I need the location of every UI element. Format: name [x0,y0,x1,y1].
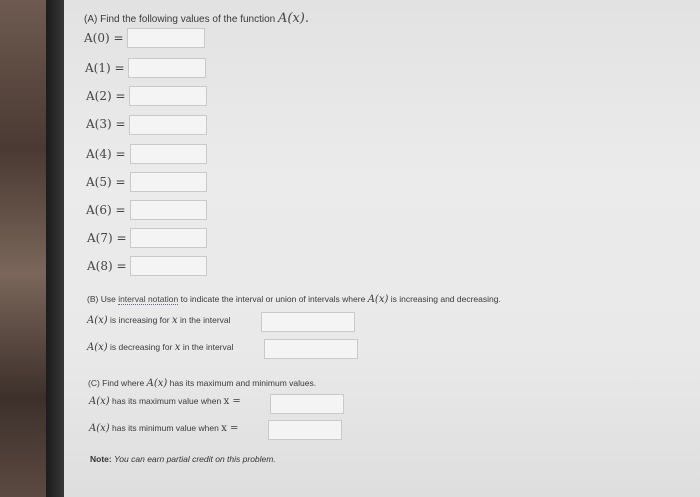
answer-a8-input[interactable] [130,256,207,276]
decreasing-text: is decreasing for [110,342,173,352]
row-a7-label: A(7) = [87,231,127,245]
part-a-function-label: A(x). [278,11,309,26]
answer-a3-input[interactable] [129,115,207,135]
part-c-suffix: has its maximum and minimum values. [169,378,317,388]
answer-a4-input[interactable] [130,144,207,164]
answer-a5-input[interactable] [130,172,207,192]
partial-credit-note: Note: You can earn partial credit on thi… [90,454,276,464]
part-a-header: (A) Find the following values of the fun… [84,11,309,26]
part-a-header-text: (A) Find the following values of the fun… [84,14,276,25]
part-c-prefix: (C) Find where [88,378,145,388]
max-text: has its maximum value when [112,396,222,406]
increasing-interval-input[interactable] [261,312,355,332]
monitor-bezel [46,0,66,497]
answer-a0-input[interactable] [127,28,205,48]
note-label: Note: [90,454,112,464]
decreasing-var: x [174,342,181,353]
increasing-row-label: A(x) is increasing for x in the interval [87,315,231,326]
min-row-label: A(x) has its minimum value when x = [89,423,238,434]
answer-a2-input[interactable] [129,86,207,106]
row-a4-label: A(4) = [86,147,126,161]
background-surface [0,0,52,497]
answer-a6-input[interactable] [130,200,207,220]
part-b-function: A(x) [367,294,389,305]
increasing-interval-text: in the interval [179,315,231,325]
part-b-prefix: (B) Use [87,294,116,304]
decreasing-interval-text: in the interval [182,342,234,352]
part-c-header: (C) Find where A(x) has its maximum and … [88,378,316,389]
row-a5-label: A(5) = [86,175,126,189]
max-value-input[interactable] [270,394,344,414]
min-var: x = [221,423,239,434]
min-value-input[interactable] [268,420,342,440]
min-function: A(x) [89,423,110,434]
increasing-var: x [171,315,178,326]
answer-a1-input[interactable] [128,58,206,78]
row-a8-label: A(8) = [87,259,127,273]
part-b-header: (B) Use interval notation to indicate th… [87,294,501,305]
increasing-function: A(x) [87,315,108,326]
decreasing-interval-input[interactable] [264,339,358,359]
decreasing-function: A(x) [87,342,108,353]
max-function: A(x) [89,396,110,407]
note-text: You can earn partial credit on this prob… [114,454,276,464]
part-c-function: A(x) [146,378,168,389]
row-a2-label: A(2) = [86,89,126,103]
row-a1-label: A(1) = [85,61,125,75]
row-a0-label: A(0) = [84,31,124,45]
problem-page: (A) Find the following values of the fun… [64,0,700,497]
decreasing-row-label: A(x) is decreasing for x in the interval [87,342,233,353]
row-a3-label: A(3) = [86,117,126,131]
interval-notation-link[interactable]: interval notation [118,294,179,305]
max-var: x = [223,396,241,407]
row-a6-label: A(6) = [86,203,126,217]
max-row-label: A(x) has its maximum value when x = [89,396,241,407]
part-b-suffix: is increasing and decreasing. [390,294,501,304]
increasing-text: is increasing for [110,315,170,325]
min-text: has its minimum value when [112,423,219,433]
answer-a7-input[interactable] [130,228,207,248]
part-b-mid: to indicate the interval or union of int… [180,294,366,304]
